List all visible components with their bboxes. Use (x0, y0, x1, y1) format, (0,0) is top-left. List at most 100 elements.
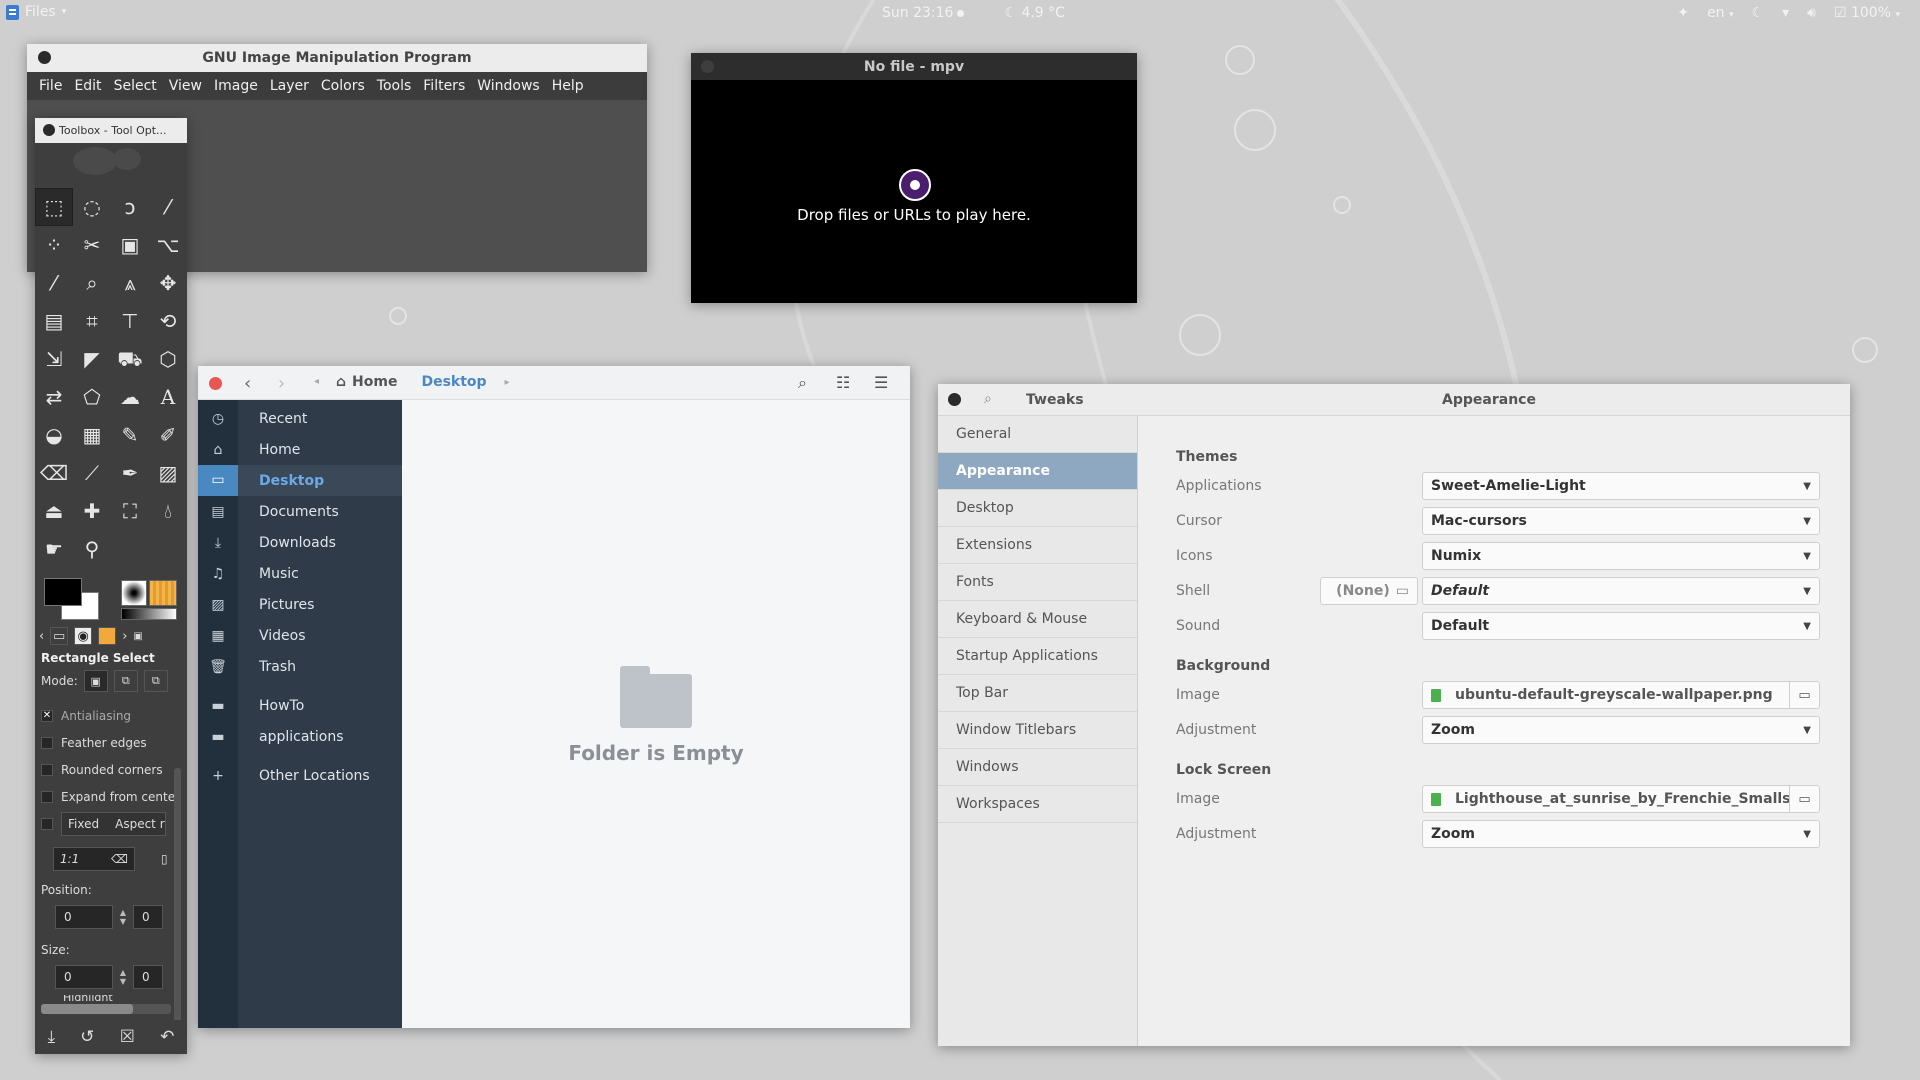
brushes-tab-icon[interactable]: ◉ (74, 627, 93, 645)
crop-tool-icon[interactable]: ⌗ (73, 302, 111, 340)
scrollbar-thumb[interactable] (41, 1004, 133, 1014)
antialiasing-option[interactable]: ✕ Antialiasing (41, 702, 181, 729)
zoom-tool-icon[interactable]: ⌕ (73, 264, 111, 302)
search-icon[interactable]: ⌕ (798, 373, 807, 393)
toolbox-titlebar[interactable]: Toolbox - Tool Opt... (35, 118, 187, 143)
size-h-input[interactable]: 0 (133, 965, 163, 989)
fixed-option[interactable]: Fixed Aspect ra (41, 810, 181, 837)
measure-tool-icon[interactable]: ⩓ (111, 264, 149, 302)
expand-option[interactable]: Expand from cente (41, 783, 181, 810)
lock-image-chooser[interactable]: Lighthouse_at_sunrise_by_Frenchie_Smalls… (1422, 785, 1820, 813)
paintbrush-tool-icon[interactable]: ✐ (149, 416, 187, 454)
folder-open-icon[interactable]: ▭ (1789, 786, 1819, 812)
patterns-tab-icon[interactable] (98, 627, 117, 645)
size-w-input[interactable]: 0 (55, 965, 113, 989)
ratio-input[interactable]: 1:1 ⌫ (53, 847, 135, 871)
back-icon[interactable]: ‹ (244, 373, 251, 394)
heal-tool-icon[interactable]: ✚ (73, 492, 111, 530)
sidebar-item-documents[interactable]: ▤ Documents (198, 496, 402, 527)
clear-icon[interactable]: ⌫ (111, 852, 128, 866)
sidebar-item-applications[interactable]: ▬ applications (198, 721, 402, 752)
move-tool-icon[interactable]: ✥ (149, 264, 187, 302)
shear-tool-icon[interactable]: ◤ (73, 340, 111, 378)
forward-icon[interactable]: › (278, 373, 285, 394)
position-x-input[interactable]: 0 (55, 905, 113, 929)
clone-tool-icon[interactable]: ⏏ (35, 492, 73, 530)
tweaks-item-workspaces[interactable]: Workspaces (938, 786, 1137, 823)
airbrush-tool-icon[interactable]: ⟋ (73, 454, 111, 492)
delete-options-icon[interactable]: ☒ (120, 1027, 135, 1047)
portrait-icon[interactable]: ▯ (161, 852, 168, 866)
horizontal-scrollbar[interactable] (41, 1004, 171, 1014)
menu-select[interactable]: Select (108, 72, 163, 100)
cage-transform-tool-icon[interactable]: ⬠ (73, 378, 111, 416)
rect-select-tool-icon[interactable]: ⬚ (35, 188, 73, 226)
menu-layer[interactable]: Layer (264, 72, 315, 100)
sidebar-item-downloads[interactable]: ⤓ Downloads (198, 527, 402, 558)
ink-tool-icon[interactable]: ✒ (111, 454, 149, 492)
align-tool-icon[interactable]: ▤ (35, 302, 73, 340)
chevron-left-icon[interactable]: ‹ (39, 629, 44, 644)
dropbox-icon[interactable]: ✦ (1677, 5, 1689, 21)
cursor-theme-dropdown[interactable]: Mac-cursors ▼ (1422, 507, 1820, 535)
wifi-icon[interactable]: ▾ (1782, 5, 1789, 21)
foreground-color-swatch[interactable] (44, 578, 82, 606)
path-right-icon[interactable]: ▸ (505, 377, 510, 388)
rounded-option[interactable]: Rounded corners (41, 756, 181, 783)
gradient-preview[interactable] (121, 608, 177, 620)
weather[interactable]: ☾ 4.9 °C (1004, 5, 1065, 21)
shell-theme-dropdown[interactable]: Default ▼ (1422, 577, 1820, 605)
gradient-tool-icon[interactable]: ▦ (73, 416, 111, 454)
spin-icon[interactable]: ▲ ▼ (117, 965, 129, 989)
rotate-tool-icon[interactable]: ⟲ (149, 302, 187, 340)
perspective-tool-icon[interactable]: ⛟ (111, 340, 149, 378)
tweaks-item-keyboard-mouse[interactable]: Keyboard & Mouse (938, 601, 1137, 638)
menu-help[interactable]: Help (546, 72, 590, 100)
unified-transform-tool-icon[interactable]: ⊤ (111, 302, 149, 340)
pattern-preview[interactable] (149, 580, 177, 606)
color-picker-tool-icon[interactable]: ⁄ (35, 264, 73, 302)
close-icon[interactable] (38, 51, 51, 64)
save-options-icon[interactable]: ⤓ (48, 1027, 56, 1047)
app-menu[interactable]: Files ▾ (6, 4, 66, 20)
close-icon[interactable] (43, 124, 55, 136)
foreground-select-tool-icon[interactable]: ▣ (111, 226, 149, 264)
close-icon[interactable] (209, 377, 222, 390)
scrollbar[interactable] (174, 768, 181, 1038)
feather-option[interactable]: Feather edges (41, 729, 181, 756)
path-left-icon[interactable]: ◂ (314, 376, 319, 387)
chevron-right-icon[interactable]: › (122, 629, 127, 644)
clock[interactable]: Sun 23:16 (882, 5, 965, 21)
paths-tool-icon[interactable]: ⌥ (149, 226, 187, 264)
checkbox-icon[interactable] (41, 736, 53, 749)
menu-icon[interactable]: ☰ (874, 373, 888, 392)
sidebar-item-trash[interactable]: 🗑︎ Trash (198, 651, 402, 682)
tweaks-item-window-titlebars[interactable]: Window Titlebars (938, 712, 1137, 749)
mypaint-brush-tool-icon[interactable]: ▨ (149, 454, 187, 492)
menu-view[interactable]: View (163, 72, 208, 100)
night-light-icon[interactable]: ☾ (1752, 5, 1765, 21)
mode-subtract-icon[interactable]: ⧉ (143, 670, 168, 692)
sidebar-item-other-locations[interactable]: + Other Locations (198, 760, 402, 791)
dodge-burn-tool-icon[interactable]: ⚲ (73, 530, 111, 568)
sidebar-item-recent[interactable]: ◷ Recent (198, 403, 402, 434)
brush-preview[interactable] (121, 580, 147, 606)
close-icon[interactable] (701, 60, 714, 73)
restore-options-icon[interactable]: ↺ (80, 1027, 94, 1047)
path-current[interactable]: Desktop (421, 374, 486, 390)
volume-icon[interactable]: 🔊︎ (1807, 5, 1816, 21)
tweaks-item-top-bar[interactable]: Top Bar (938, 675, 1137, 712)
position-y-input[interactable]: 0 (133, 905, 163, 929)
text-tool-icon[interactable]: A (149, 378, 187, 416)
folder-open-icon[interactable]: ▭ (1789, 682, 1819, 708)
highlight-option[interactable]: Highlight (63, 995, 181, 1001)
spin-icon[interactable]: ▲ ▼ (117, 905, 129, 929)
fixed-aspect-dropdown[interactable]: Fixed Aspect ra (61, 811, 166, 836)
tab-menu-icon[interactable]: ▣ (133, 631, 142, 642)
menu-image[interactable]: Image (208, 72, 264, 100)
3d-transform-tool-icon[interactable]: ⬡ (149, 340, 187, 378)
reset-options-icon[interactable]: ↶ (160, 1027, 174, 1047)
fuzzy-select-tool-icon[interactable]: ⁄ (149, 188, 187, 226)
bucket-fill-tool-icon[interactable]: ◒ (35, 416, 73, 454)
menu-edit[interactable]: Edit (68, 72, 107, 100)
